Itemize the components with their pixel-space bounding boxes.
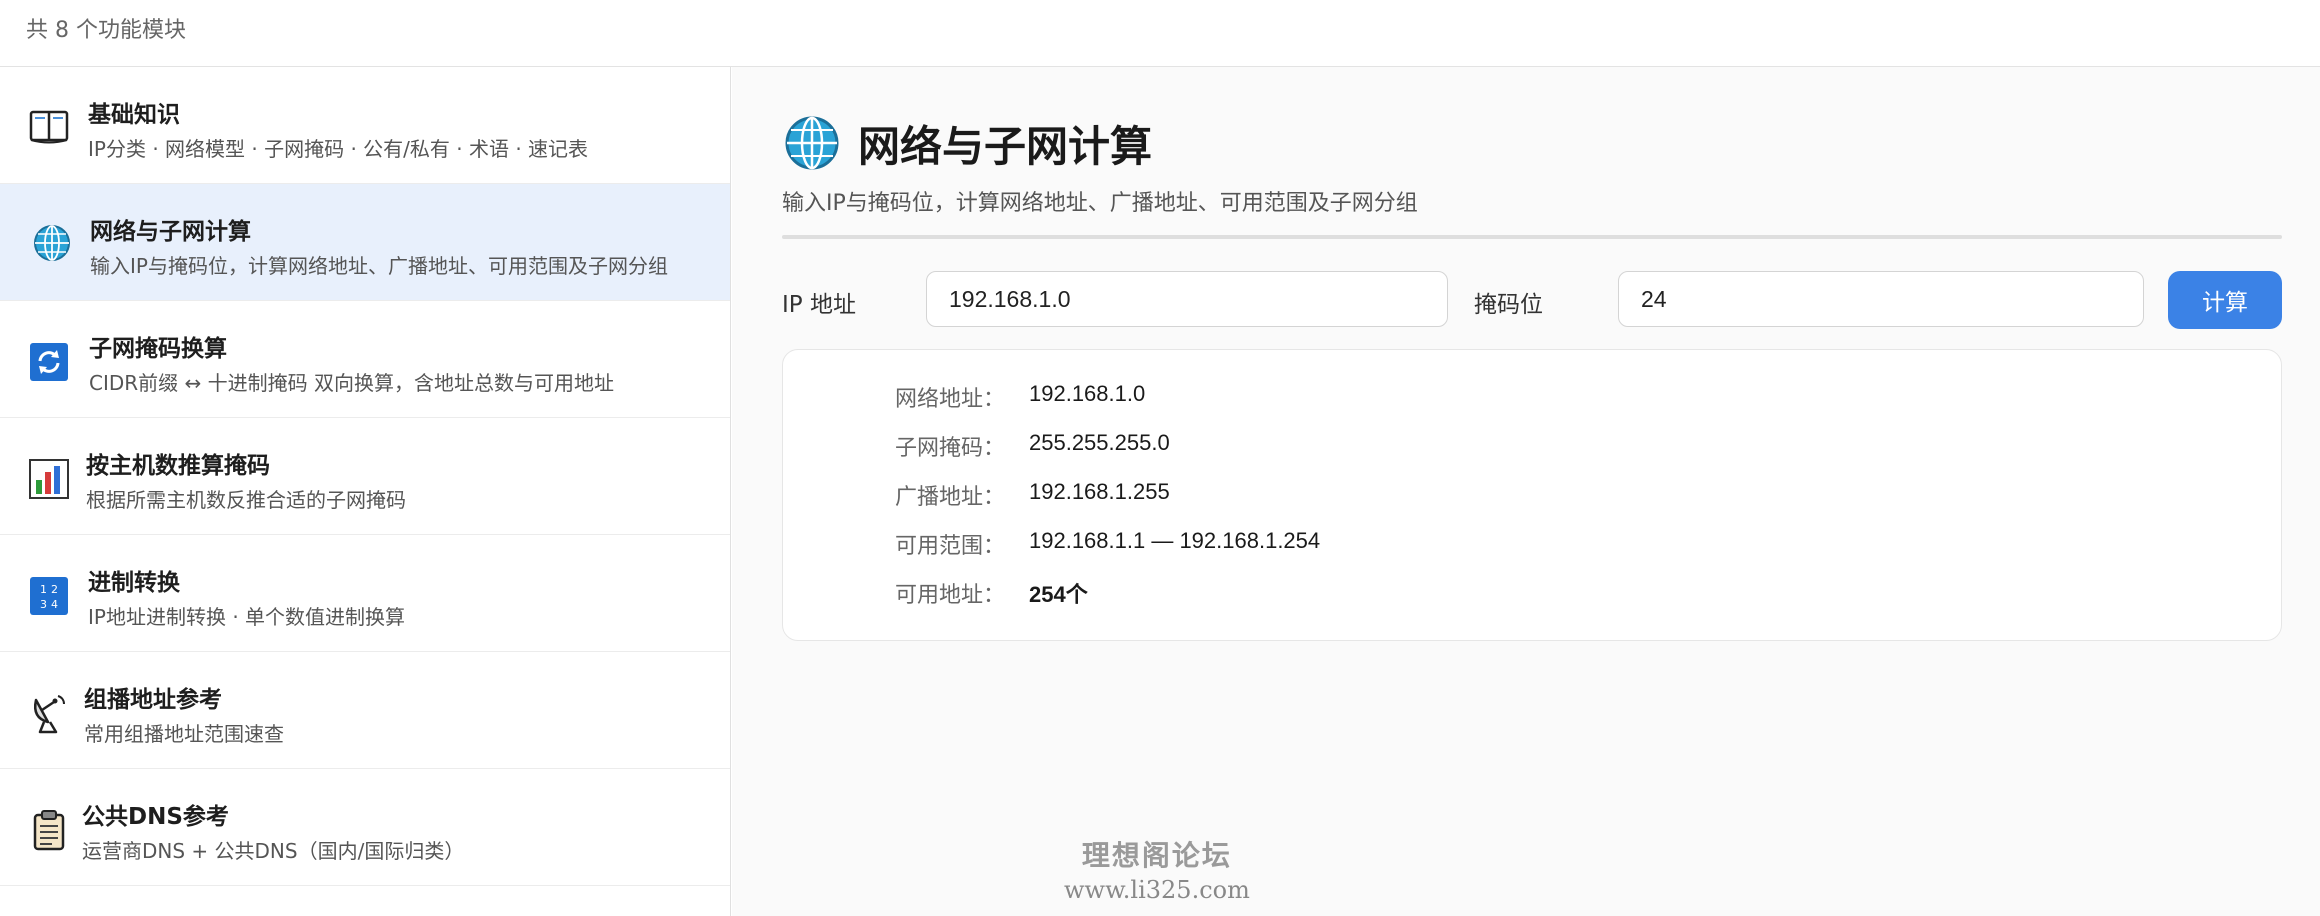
svg-text:3: 3 [40, 598, 47, 611]
watermark-line2: www.li325.com [1064, 876, 1250, 904]
ip-input[interactable] [926, 271, 1448, 327]
result-value: 192.168.1.1 — 192.168.1.254 [1029, 528, 1321, 553]
mask-label: 掩码位 [1474, 292, 1543, 318]
sidebar-item-desc: 运营商DNS + 公共DNS（国内/国际归类） [82, 839, 465, 863]
result-value: 192.168.1.0 [1029, 381, 1146, 406]
svg-text:4: 4 [51, 598, 58, 611]
header-divider [782, 235, 2282, 239]
mask-input[interactable] [1618, 271, 2144, 327]
result-key: 网络地址： [895, 387, 1006, 412]
satellite-dish-icon [34, 695, 65, 734]
sidebar-item-title: 按主机数推算掩码 [86, 453, 270, 479]
numbers-icon: 1 2 3 4 [30, 577, 68, 615]
clipboard-icon [33, 810, 65, 851]
sidebar-item-public-dns[interactable]: 公共DNS参考 运营商DNS + 公共DNS（国内/国际归类） [0, 769, 730, 886]
result-value: 255.255.255.0 [1029, 430, 1170, 455]
main-panel: 网络与子网计算 输入IP与掩码位，计算网络地址、广播地址、可用范围及子网分组 I… [732, 67, 2320, 916]
sidebar-item-desc: 常用组播地址范围速查 [84, 722, 284, 746]
sidebar-item-mask-convert[interactable]: 子网掩码换算 CIDR前缀 ↔ 十进制掩码 双向换算，含地址总数与可用地址 [0, 301, 730, 418]
top-bar: 共 8 个功能模块 [0, 0, 2320, 67]
page-subtitle: 输入IP与掩码位，计算网络地址、广播地址、可用范围及子网分组 [782, 191, 1418, 216]
sidebar-item-basics[interactable]: 基础知识 IP分类 · 网络模型 · 子网掩码 · 公有/私有 · 术语 · 速… [0, 67, 730, 184]
result-key: 子网掩码： [895, 436, 1006, 461]
watermark-line1: 理想阁论坛 [1081, 839, 1232, 872]
refresh-icon [30, 343, 68, 381]
svg-text:1: 1 [40, 583, 47, 596]
ip-label: IP 地址 [782, 292, 856, 318]
sidebar-item-title: 子网掩码换算 [89, 336, 227, 362]
result-value: 192.168.1.255 [1029, 479, 1170, 504]
sidebar-item-desc: CIDR前缀 ↔ 十进制掩码 双向换算，含地址总数与可用地址 [89, 371, 614, 395]
sidebar-item-subnet-calc[interactable]: 网络与子网计算 输入IP与掩码位，计算网络地址、广播地址、可用范围及子网分组 [0, 184, 730, 301]
page-title: 网络与子网计算 [858, 122, 1153, 171]
watermark: 理想阁论坛 www.li325.com [1064, 834, 1250, 904]
sidebar-item-title: 公共DNS参考 [82, 804, 229, 830]
sidebar-item-title: 网络与子网计算 [90, 219, 251, 245]
sidebar-item-title: 基础知识 [88, 102, 180, 128]
result-key: 可用范围： [895, 534, 1006, 559]
bar-chart-icon [29, 459, 69, 499]
sidebar-item-title: 组播地址参考 [84, 687, 222, 713]
book-icon [29, 110, 69, 144]
sidebar: 基础知识 IP分类 · 网络模型 · 子网掩码 · 公有/私有 · 术语 · 速… [0, 67, 731, 916]
sidebar-item-multicast[interactable]: 组播地址参考 常用组播地址范围速查 [0, 652, 730, 769]
globe-icon [34, 225, 70, 261]
result-key: 可用地址： [895, 583, 1006, 608]
sidebar-item-desc: IP地址进制转换 · 单个数值进制换算 [88, 605, 406, 629]
sidebar-item-title: 进制转换 [88, 570, 180, 596]
sidebar-item-hosts-to-mask[interactable]: 按主机数推算掩码 根据所需主机数反推合适的子网掩码 [0, 418, 730, 535]
result-key: 广播地址： [895, 485, 1006, 510]
sidebar-item-desc: 输入IP与掩码位，计算网络地址、广播地址、可用范围及子网分组 [90, 254, 668, 278]
sidebar-item-desc: 根据所需主机数反推合适的子网掩码 [86, 488, 406, 512]
svg-text:2: 2 [51, 583, 58, 596]
result-panel: 网络地址： 192.168.1.0 子网掩码： 255.255.255.0 广播… [782, 349, 2282, 641]
result-value: 254个 [1029, 582, 1088, 607]
calculate-button[interactable]: 计算 [2168, 271, 2282, 329]
module-count: 共 8 个功能模块 [26, 18, 186, 43]
globe-icon [785, 116, 839, 170]
sidebar-item-base-convert[interactable]: 1 2 3 4 进制转换 IP地址进制转换 · 单个数值进制换算 [0, 535, 730, 652]
sidebar-item-desc: IP分类 · 网络模型 · 子网掩码 · 公有/私有 · 术语 · 速记表 [88, 137, 589, 161]
